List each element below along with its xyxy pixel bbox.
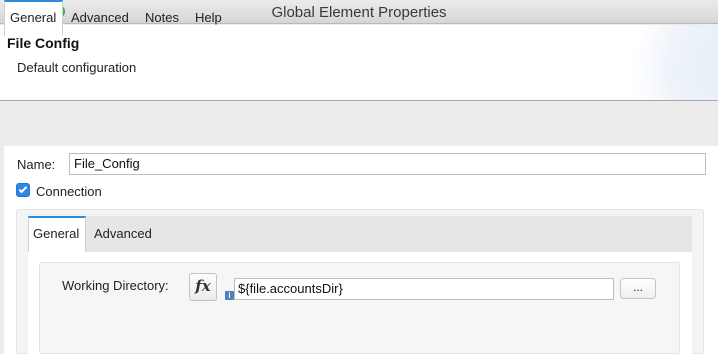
connection-checkbox[interactable] — [16, 183, 30, 197]
name-input[interactable]: File_Config — [69, 153, 706, 175]
working-directory-input[interactable]: ${file.accountsDir} — [234, 278, 614, 300]
tab-notes[interactable]: Notes — [145, 0, 179, 36]
dialog-header: File Config Default configuration — [0, 25, 718, 101]
browse-button[interactable]: ... — [620, 278, 656, 299]
working-directory-label: Working Directory: — [62, 278, 169, 293]
header-decoration — [608, 25, 718, 100]
tab-help[interactable]: Help — [195, 0, 222, 36]
connection-tab-advanced[interactable]: Advanced — [94, 216, 152, 252]
info-icon: i — [225, 291, 234, 300]
checkmark-icon — [18, 184, 28, 194]
header-title: File Config — [7, 35, 80, 51]
header-description: Default configuration — [17, 60, 137, 75]
connection-tab-general[interactable]: General — [28, 216, 86, 252]
working-directory-section — [39, 262, 680, 354]
connection-label: Connection — [36, 184, 102, 199]
tab-general[interactable]: General — [4, 0, 63, 36]
name-label: Name: — [17, 157, 56, 172]
tab-advanced[interactable]: Advanced — [71, 0, 129, 36]
fx-icon[interactable]: fx — [189, 273, 217, 301]
